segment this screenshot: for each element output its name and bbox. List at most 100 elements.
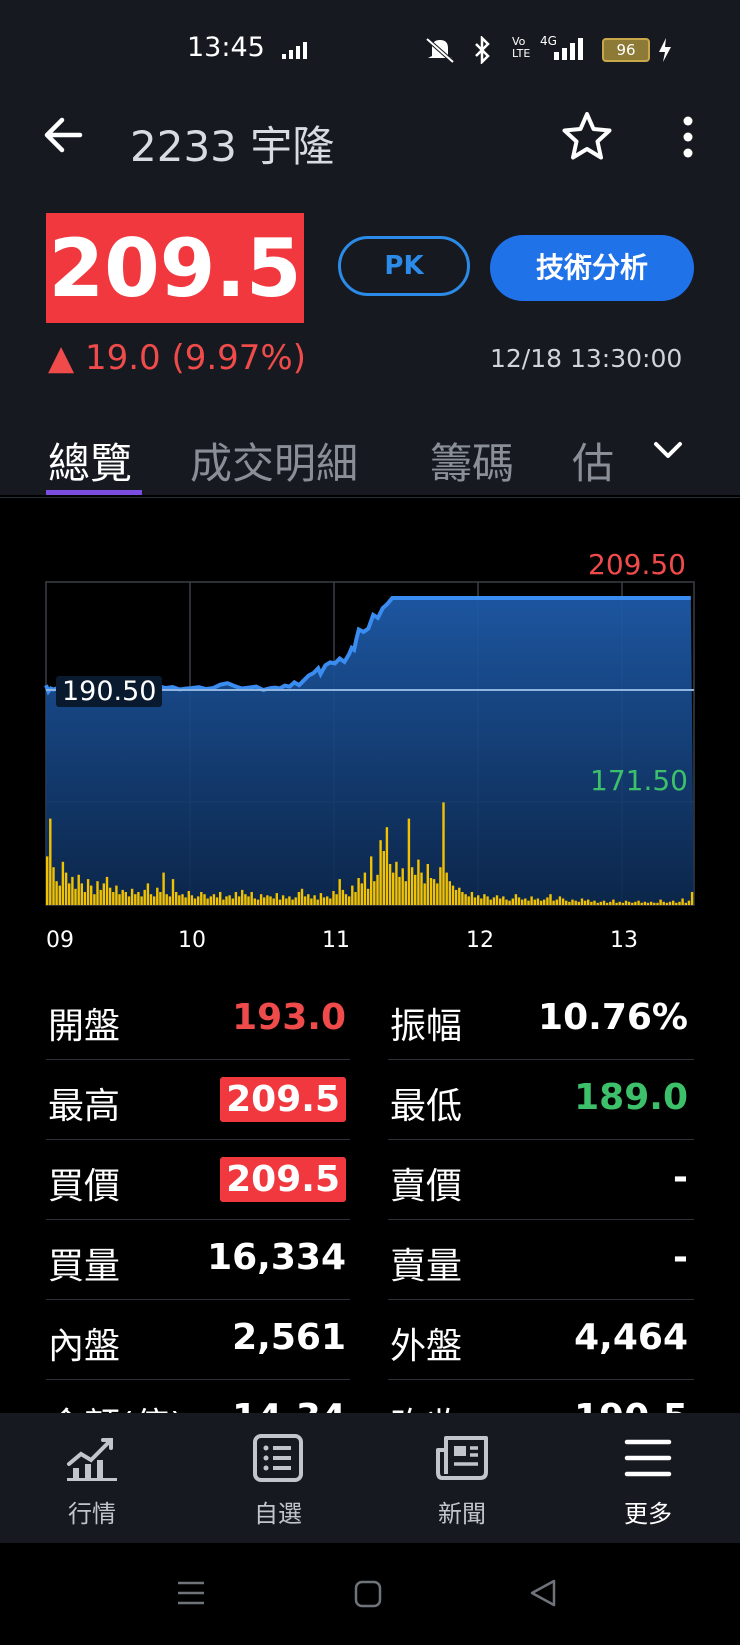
favorite-star-icon[interactable] bbox=[560, 110, 614, 164]
nav-label: 自選 bbox=[254, 1500, 302, 1528]
volume-bar bbox=[615, 902, 618, 905]
volume-bar bbox=[124, 892, 127, 905]
volume-bar bbox=[596, 902, 599, 905]
home-icon[interactable] bbox=[353, 1579, 383, 1609]
tab-chips[interactable]: 籌碼 bbox=[430, 430, 514, 491]
newspaper-icon bbox=[436, 1436, 488, 1480]
row-divider bbox=[388, 1219, 694, 1220]
stats-row: 買價 209.5 賣價 - bbox=[0, 1145, 740, 1225]
volume-bar bbox=[571, 899, 574, 905]
stat-label: 振幅 bbox=[390, 1006, 463, 1047]
volume-bar bbox=[250, 892, 253, 905]
volume-bar bbox=[464, 894, 467, 905]
pk-button[interactable]: PK bbox=[338, 236, 470, 296]
stat-value: 189.0 bbox=[574, 1077, 688, 1118]
volume-bar bbox=[143, 889, 146, 905]
volume-bar bbox=[690, 892, 694, 905]
tab-valuation[interactable]: 估 bbox=[572, 430, 614, 491]
volume-bar bbox=[448, 881, 451, 905]
nav-market[interactable]: 行情 bbox=[32, 1434, 152, 1529]
stat-label: 買量 bbox=[48, 1246, 121, 1287]
volume-bar bbox=[310, 898, 313, 905]
volume-bar bbox=[684, 902, 687, 905]
volume-bar bbox=[335, 894, 338, 905]
volume-bar bbox=[458, 887, 461, 905]
volume-bar bbox=[574, 900, 577, 905]
volume-bar bbox=[275, 893, 278, 905]
volume-bar bbox=[404, 881, 407, 905]
chart-icon bbox=[67, 1438, 117, 1481]
volume-bar bbox=[215, 897, 219, 905]
volume-bar bbox=[672, 900, 675, 905]
stat-value: - bbox=[673, 1237, 688, 1278]
volume-bar bbox=[385, 827, 389, 905]
volume-bar bbox=[486, 896, 489, 905]
volume-bar bbox=[58, 885, 61, 905]
volume-bar bbox=[209, 896, 212, 905]
volume-bar bbox=[71, 876, 74, 905]
stat-label: 賣量 bbox=[390, 1246, 463, 1287]
volume-bar bbox=[565, 900, 568, 905]
volume-bar bbox=[322, 897, 326, 905]
technical-analysis-button[interactable]: 技術分析 bbox=[490, 235, 694, 301]
recents-icon[interactable] bbox=[176, 1578, 206, 1608]
tab-transactions[interactable]: 成交明細 bbox=[190, 430, 358, 491]
nav-more[interactable]: 更多 bbox=[588, 1434, 708, 1529]
volume-bar bbox=[300, 888, 304, 905]
stat-value: 10.76% bbox=[538, 997, 688, 1038]
stats-row: 開盤 193.0 振幅 10.76% bbox=[0, 985, 740, 1065]
volume-bar bbox=[477, 895, 480, 905]
volume-bar bbox=[429, 878, 433, 905]
volume-bar bbox=[370, 856, 373, 905]
volume-bar bbox=[197, 896, 200, 905]
volume-bar bbox=[319, 893, 323, 905]
volume-bar bbox=[681, 898, 684, 905]
volume-bar bbox=[278, 899, 282, 905]
volume-bar bbox=[555, 899, 558, 905]
x-tick-label: 12 bbox=[466, 928, 494, 953]
volume-bar bbox=[388, 864, 392, 905]
volume-bar bbox=[156, 887, 159, 905]
volume-bar bbox=[366, 888, 370, 905]
volume-bar bbox=[587, 899, 590, 905]
volume-bar bbox=[294, 897, 297, 905]
volume-bar bbox=[656, 902, 659, 905]
volume-bar bbox=[373, 881, 376, 905]
back-nav-icon[interactable] bbox=[528, 1578, 558, 1608]
volume-bar bbox=[533, 899, 536, 905]
intraday-chart[interactable] bbox=[0, 540, 740, 960]
nav-label: 行情 bbox=[68, 1500, 116, 1528]
volume-bar bbox=[593, 900, 596, 905]
volume-bar bbox=[392, 872, 395, 905]
quote-timestamp: 12/18 13:30:00 bbox=[490, 344, 683, 373]
more-menu-icon[interactable] bbox=[680, 115, 696, 159]
volume-bar bbox=[423, 883, 426, 905]
volume-bar bbox=[134, 894, 137, 905]
volume-bar bbox=[228, 895, 231, 905]
volume-bar bbox=[61, 861, 65, 905]
row-divider bbox=[388, 1299, 694, 1300]
back-arrow-icon[interactable] bbox=[40, 112, 86, 158]
volume-bar bbox=[127, 896, 131, 905]
volume-bar bbox=[68, 883, 71, 905]
volume-bar bbox=[162, 872, 165, 905]
volume-bar bbox=[436, 883, 439, 905]
volume-bar bbox=[90, 885, 93, 905]
tab-overview[interactable]: 總覽 bbox=[48, 430, 132, 491]
volume-bar bbox=[46, 856, 49, 905]
volume-bar bbox=[259, 894, 263, 905]
volume-bar bbox=[313, 895, 316, 905]
volume-bar bbox=[360, 883, 363, 905]
stats-row: 金額(億)14.34昨收190.5 bbox=[0, 1385, 740, 1415]
volume-bar bbox=[140, 896, 143, 905]
list-icon bbox=[253, 1434, 303, 1482]
chart-low-label: 171.50 bbox=[590, 764, 688, 797]
volume-bar bbox=[80, 883, 83, 905]
nav-watchlist[interactable]: 自選 bbox=[218, 1434, 338, 1529]
volume-bar bbox=[659, 899, 662, 905]
volume-bar bbox=[524, 898, 527, 905]
volume-bar bbox=[451, 885, 455, 905]
signal-speed-icon bbox=[282, 42, 307, 59]
nav-news[interactable]: 新聞 bbox=[402, 1434, 522, 1529]
chevron-down-icon[interactable] bbox=[650, 432, 686, 468]
